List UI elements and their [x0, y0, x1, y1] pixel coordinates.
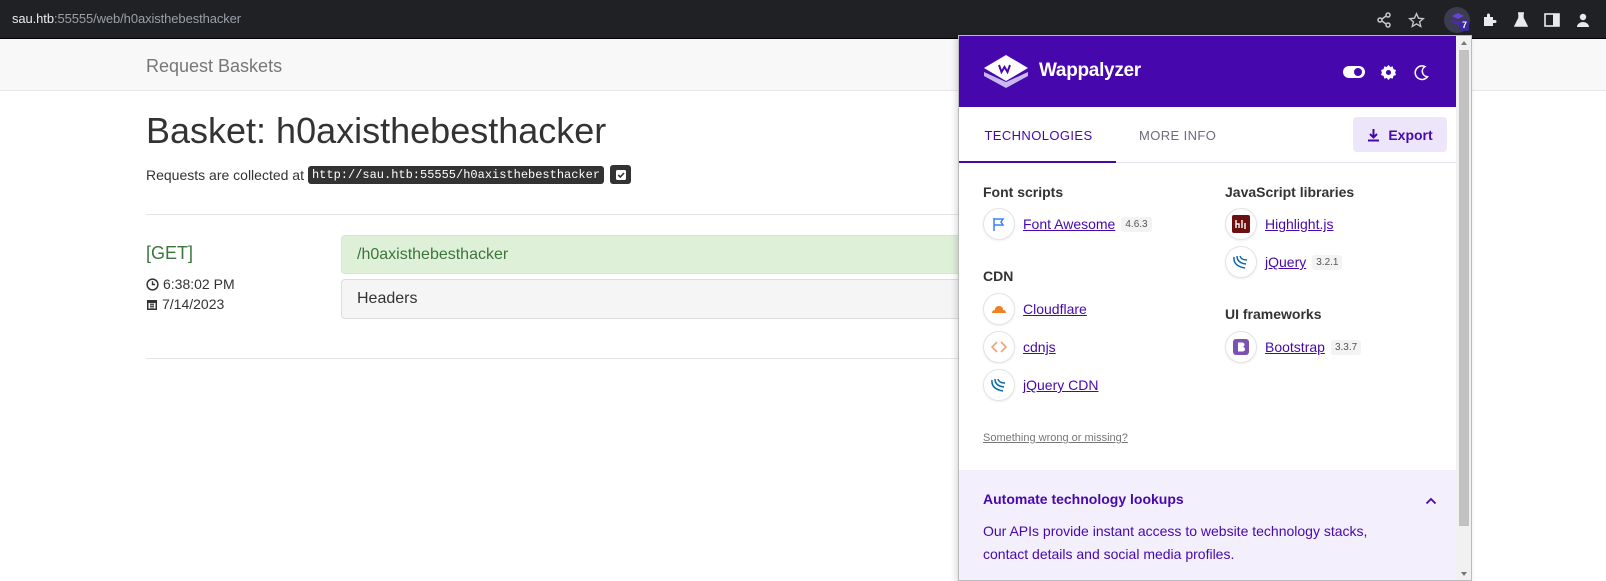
tab-more-info[interactable]: MORE INFO — [1139, 107, 1216, 163]
tech-name[interactable]: Highlight.js — [1265, 216, 1333, 232]
moon-icon[interactable] — [1410, 61, 1432, 83]
headers-panel[interactable]: Headers — [341, 279, 961, 319]
request-time-value: 6:38:02 PM — [163, 276, 235, 292]
tech-name[interactable]: Cloudflare — [1023, 301, 1087, 317]
collect-info: Requests are collected at http://sau.htb… — [146, 165, 632, 184]
request-path-panel[interactable]: /h0axisthebesthacker — [341, 235, 961, 274]
flag-icon — [983, 208, 1015, 240]
chevron-up-icon[interactable] — [1425, 492, 1437, 510]
tech-version: 3.3.7 — [1330, 339, 1362, 355]
request-date-value: 7/14/2023 — [162, 296, 225, 312]
wappalyzer-header: Wappalyzer — [959, 36, 1456, 107]
tech-name[interactable]: Font Awesome — [1023, 216, 1115, 232]
gear-icon[interactable] — [1377, 61, 1399, 83]
promo-title[interactable]: Automate technology lookups — [983, 491, 1184, 507]
scroll-down-icon — [1461, 572, 1467, 576]
wappalyzer-tabs: TECHNOLOGIES MORE INFO Export — [959, 107, 1456, 163]
category-javascript-libraries: JavaScript libraries — [1225, 184, 1355, 200]
tech-name[interactable]: jQuery CDN — [1023, 377, 1098, 393]
puzzle-icon[interactable] — [1478, 9, 1500, 31]
calendar-icon — [147, 299, 157, 310]
scroll-up-icon — [1461, 41, 1467, 45]
wappalyzer-logo-icon — [983, 52, 1029, 90]
cloudflare-icon — [983, 293, 1015, 325]
promo-text: Our APIs provide instant access to websi… — [983, 523, 1368, 562]
share-icon[interactable] — [1373, 9, 1395, 31]
url-host: sau.htb — [12, 11, 54, 26]
scrollbar-thumb[interactable] — [1459, 50, 1469, 526]
wappalyzer-title: Wappalyzer — [1039, 60, 1141, 81]
navbar-brand[interactable]: Request Baskets — [146, 56, 282, 77]
wappalyzer-popup: Wappalyzer TECHNOLOGIES MORE INFO Export… — [958, 35, 1472, 581]
copy-icon — [615, 169, 626, 180]
request-date: 7/14/2023 — [146, 296, 224, 312]
jquery-icon — [983, 369, 1015, 401]
divider — [146, 358, 966, 359]
sidebar-icon[interactable] — [1541, 9, 1563, 31]
feedback-link[interactable]: Something wrong or missing? — [983, 432, 1128, 444]
request-time: 6:38:02 PM — [146, 276, 235, 292]
toggle-icon[interactable] — [1343, 61, 1365, 83]
tab-technologies[interactable]: TECHNOLOGIES — [959, 107, 1116, 163]
star-icon[interactable] — [1405, 9, 1427, 31]
tech-version: 3.2.1 — [1312, 254, 1343, 270]
bootstrap-icon — [1225, 331, 1257, 363]
clock-icon — [146, 277, 159, 291]
download-icon — [1368, 128, 1380, 141]
cdnjs-icon — [983, 331, 1015, 363]
browser-toolbar: sau.htb:55555/web/h0axisthebesthacker 7 — [0, 0, 1606, 39]
highlightjs-icon — [1225, 208, 1257, 240]
address-bar[interactable]: sau.htb:55555/web/h0axisthebesthacker — [12, 11, 241, 26]
jquery-icon — [1225, 246, 1257, 278]
category-cdn: CDN — [983, 268, 1014, 284]
tech-item[interactable]: Cloudflare — [983, 293, 1087, 325]
divider — [146, 214, 966, 215]
collect-url: http://sau.htb:55555/h0axisthebesthacker — [307, 165, 605, 184]
tech-item[interactable]: Font Awesome 4.6.3 — [983, 208, 1152, 240]
flask-icon[interactable] — [1510, 9, 1532, 31]
tech-item[interactable]: cdnjs — [983, 331, 1056, 363]
tech-item[interactable]: jQuery 3.2.1 — [1225, 246, 1343, 278]
tech-name[interactable]: Bootstrap — [1265, 339, 1325, 355]
promo-panel: Automate technology lookups Our APIs pro… — [959, 470, 1456, 580]
export-label: Export — [1388, 126, 1433, 143]
scrollbar[interactable] — [1456, 36, 1471, 580]
category-ui-frameworks: UI frameworks — [1225, 306, 1322, 322]
copy-url-button[interactable] — [610, 165, 632, 184]
export-button[interactable]: Export — [1353, 117, 1447, 152]
tech-name[interactable]: jQuery — [1265, 254, 1306, 270]
tech-item[interactable]: jQuery CDN — [983, 369, 1098, 401]
tech-name[interactable]: cdnjs — [1023, 339, 1056, 355]
tech-item[interactable]: Highlight.js — [1225, 208, 1333, 240]
collect-prefix: Requests are collected at — [146, 166, 304, 183]
profile-icon[interactable] — [1572, 9, 1594, 31]
tech-item[interactable]: Bootstrap 3.3.7 — [1225, 331, 1362, 363]
page-title: Basket: h0axisthebesthacker — [146, 110, 607, 151]
extension-badge: 7 — [1460, 20, 1470, 31]
category-font-scripts: Font scripts — [983, 184, 1064, 200]
request-method: [GET] — [146, 243, 194, 263]
url-path: :55555/web/h0axisthebesthacker — [53, 11, 242, 26]
tech-version: 4.6.3 — [1121, 216, 1152, 232]
